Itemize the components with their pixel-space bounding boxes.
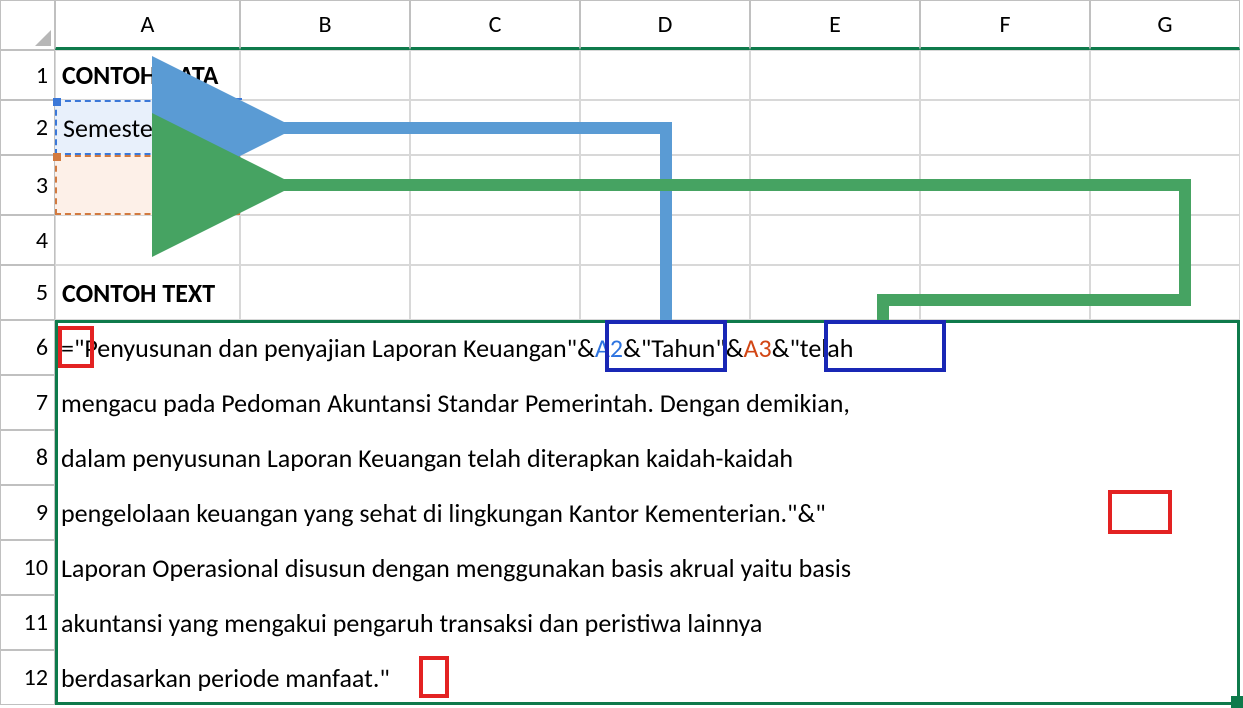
cell[interactable] xyxy=(1090,100,1240,155)
formula-text: pengelolaan keuangan yang sehat di lingk… xyxy=(61,497,787,529)
formula-text: telah xyxy=(800,332,853,364)
cell[interactable] xyxy=(750,215,920,265)
formula-amp: &" xyxy=(772,332,800,364)
col-header-g[interactable]: G xyxy=(1090,0,1240,50)
cell[interactable] xyxy=(580,215,750,265)
formula-amp: "& xyxy=(715,332,743,364)
cell[interactable] xyxy=(750,100,920,155)
cell[interactable]: berdasarkan periode manfaat. " xyxy=(55,650,1240,705)
cell[interactable] xyxy=(580,50,750,100)
formula-ref-a2: A2 xyxy=(595,332,623,364)
select-all-corner[interactable] xyxy=(0,0,55,50)
cell-a5[interactable]: CONTOH TEXT xyxy=(55,265,240,320)
cell[interactable]: akuntansi yang mengakui pengaruh transak… xyxy=(55,595,1240,650)
formula-amp: "& xyxy=(567,332,595,364)
cell[interactable]: Laporan Operasional disusun dengan mengg… xyxy=(55,540,1240,595)
cell[interactable] xyxy=(920,50,1090,100)
col-header-f[interactable]: F xyxy=(920,0,1090,50)
cell[interactable]: dalam penyusunan Laporan Keuangan telah … xyxy=(55,430,1240,485)
cell-a2[interactable]: Semester I xyxy=(55,100,240,155)
row-header[interactable]: 5 xyxy=(0,265,55,320)
cell[interactable] xyxy=(240,155,410,215)
cell-a3[interactable]: 2020 xyxy=(55,155,240,215)
formula-text: Tahun xyxy=(651,332,715,364)
cell[interactable] xyxy=(920,215,1090,265)
formula-quote-open: " xyxy=(74,332,84,364)
formula-amp: &" xyxy=(623,332,651,364)
cell[interactable] xyxy=(580,155,750,215)
row-header[interactable]: 7 xyxy=(0,375,55,430)
cell[interactable] xyxy=(750,155,920,215)
cell[interactable] xyxy=(1090,265,1240,320)
cell[interactable] xyxy=(750,265,920,320)
cell[interactable] xyxy=(240,50,410,100)
cell[interactable] xyxy=(410,215,580,265)
row-header[interactable]: 11 xyxy=(0,595,55,650)
cell[interactable] xyxy=(920,100,1090,155)
row-header[interactable]: 9 xyxy=(0,485,55,540)
cell[interactable] xyxy=(410,155,580,215)
row-header[interactable]: 10 xyxy=(0,540,55,595)
cell[interactable] xyxy=(580,100,750,155)
cell[interactable] xyxy=(1090,215,1240,265)
row-header[interactable]: 1 xyxy=(0,50,55,100)
cell[interactable] xyxy=(410,100,580,155)
col-header-a[interactable]: A xyxy=(55,0,240,50)
row-header[interactable]: 6 xyxy=(0,320,55,375)
col-header-e[interactable]: E xyxy=(750,0,920,50)
cell[interactable] xyxy=(55,215,240,265)
row-header[interactable]: 8 xyxy=(0,430,55,485)
cell[interactable] xyxy=(240,100,410,155)
cell[interactable] xyxy=(1090,50,1240,100)
row-header[interactable]: 3 xyxy=(0,155,55,215)
cell[interactable] xyxy=(920,265,1090,320)
formula-ref-a3: A3 xyxy=(744,332,772,364)
formula-text: Penyusunan dan penyajian Laporan Keuanga… xyxy=(84,332,566,364)
row-header[interactable]: 12 xyxy=(0,650,55,705)
formula-text: berdasarkan periode manfaat. xyxy=(61,662,379,694)
formula-quote-close: " xyxy=(379,662,389,694)
cell[interactable] xyxy=(240,215,410,265)
col-header-d[interactable]: D xyxy=(580,0,750,50)
cell-a1[interactable]: CONTOH DATA xyxy=(55,50,240,100)
formula-eq: = xyxy=(61,332,74,364)
col-header-b[interactable]: B xyxy=(240,0,410,50)
col-header-c[interactable]: C xyxy=(410,0,580,50)
row-header[interactable]: 2 xyxy=(0,100,55,155)
cell[interactable] xyxy=(410,265,580,320)
cell[interactable] xyxy=(1090,155,1240,215)
cell[interactable] xyxy=(240,265,410,320)
cell[interactable]: pengelolaan keuangan yang sehat di lingk… xyxy=(55,485,1240,540)
cell[interactable]: mengacu pada Pedoman Akuntansi Standar P… xyxy=(55,375,1240,430)
cell[interactable]: = " Penyusunan dan penyajian Laporan Keu… xyxy=(55,320,1240,375)
cell[interactable] xyxy=(580,265,750,320)
row-header[interactable]: 4 xyxy=(0,215,55,265)
formula-amp: "&" xyxy=(787,497,826,529)
spreadsheet-grid[interactable]: A B C D E F G 1 2 3 4 5 6 7 8 9 10 11 12… xyxy=(0,0,1243,706)
cell[interactable] xyxy=(920,155,1090,215)
cell[interactable] xyxy=(410,50,580,100)
cell[interactable] xyxy=(750,50,920,100)
